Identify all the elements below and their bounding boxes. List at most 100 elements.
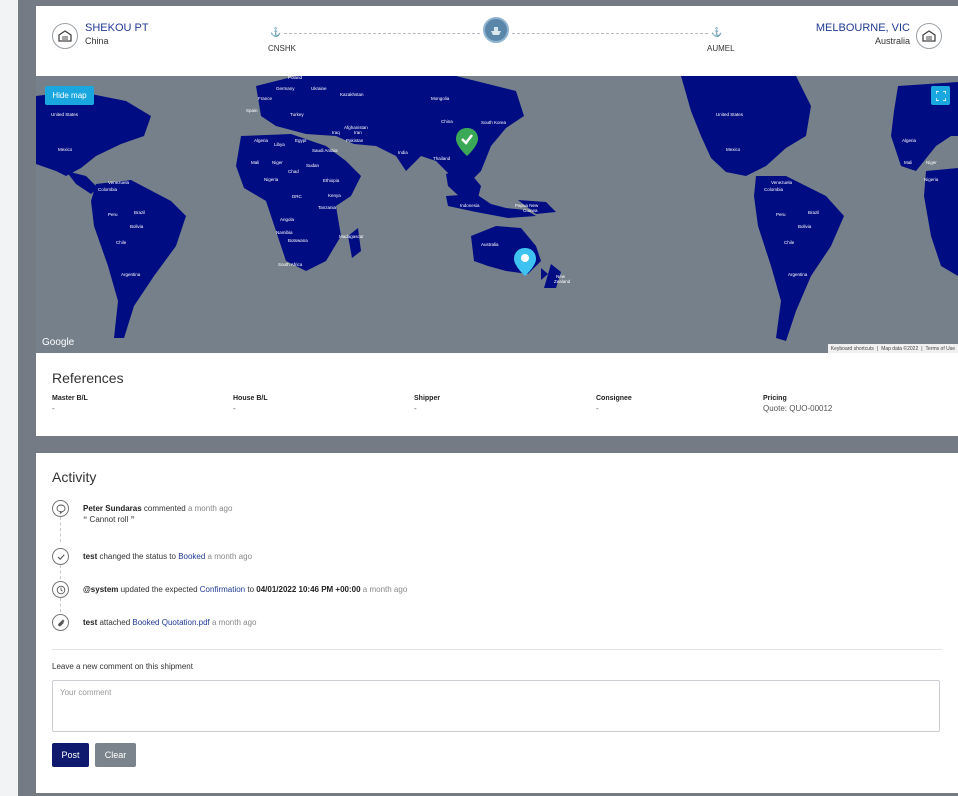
svg-text:Sudan: Sudan <box>306 163 320 168</box>
comment-label: Leave a new comment on this shipment <box>52 662 193 671</box>
ref-pricing: Pricing Quote: QUO-00012 <box>763 395 933 413</box>
ref-value: Quote: QUO-00012 <box>763 404 833 413</box>
quote-close-icon: ❞ <box>130 515 135 524</box>
svg-text:Iraq: Iraq <box>332 130 340 135</box>
map-attribution: Keyboard shortcuts | Map data ©2022 | Te… <box>827 344 958 353</box>
ship-icon <box>483 17 509 43</box>
svg-text:India: India <box>398 150 408 155</box>
svg-text:Argentina: Argentina <box>788 272 808 277</box>
svg-text:Afghanistan: Afghanistan <box>344 125 368 130</box>
post-button[interactable]: Post <box>52 743 89 767</box>
activity-card: Activity Peter Sundaras commented a mont… <box>36 453 958 793</box>
svg-text:Chad: Chad <box>288 169 299 174</box>
svg-text:Tanzania: Tanzania <box>318 205 337 210</box>
activity-actor: test <box>83 552 98 561</box>
svg-text:Turkey: Turkey <box>290 112 304 117</box>
ref-value: - <box>414 404 417 413</box>
svg-text:Mali: Mali <box>251 160 259 165</box>
destination-country: Australia <box>874 36 910 46</box>
svg-text:Thailand: Thailand <box>433 156 451 161</box>
svg-text:Nigeria: Nigeria <box>264 177 279 182</box>
svg-text:Madagascar: Madagascar <box>339 234 364 239</box>
svg-text:Egypt: Egypt <box>295 138 307 143</box>
ref-house-bl: House B/L - <box>233 395 403 413</box>
hide-map-button[interactable]: Hide map <box>45 86 94 105</box>
svg-text:Colombia: Colombia <box>764 187 784 192</box>
svg-text:Australia: Australia <box>481 242 499 247</box>
svg-text:Poland: Poland <box>288 76 303 80</box>
keyboard-shortcuts-link[interactable]: Keyboard shortcuts <box>831 346 874 352</box>
svg-text:Venezuela: Venezuela <box>771 180 793 185</box>
ref-value: - <box>596 404 599 413</box>
anchor-icon: ⚓ <box>711 27 723 37</box>
divider <box>52 649 942 650</box>
left-gutter <box>0 0 18 796</box>
svg-text:Peru: Peru <box>776 212 786 217</box>
svg-text:Zealand: Zealand <box>554 279 571 284</box>
ref-value: - <box>52 404 55 413</box>
expected-date: 04/01/2022 10:46 PM +00:00 <box>256 585 361 594</box>
svg-text:South Korea: South Korea <box>481 120 507 125</box>
route-map[interactable]: United States Mexico Venezuela Colombia … <box>36 76 958 353</box>
references-title: References <box>52 370 124 386</box>
activity-item: test attached Booked Quotation.pdf a mon… <box>52 614 256 631</box>
svg-text:Brazil: Brazil <box>808 210 819 215</box>
timeline-connector <box>60 565 61 579</box>
destination-marker-icon[interactable] <box>514 248 536 281</box>
ref-label: Master B/L <box>52 395 88 402</box>
svg-text:Indonesia: Indonesia <box>460 203 480 208</box>
svg-text:Niger: Niger <box>926 160 937 165</box>
svg-text:Colombia: Colombia <box>98 187 118 192</box>
svg-text:Bolivia: Bolivia <box>130 224 144 229</box>
svg-text:DRC: DRC <box>292 194 302 199</box>
ref-value: - <box>233 404 236 413</box>
svg-text:Nigeria: Nigeria <box>924 177 939 182</box>
svg-text:Angola: Angola <box>280 217 295 222</box>
activity-item: Peter Sundaras commented a month ago ❝ C… <box>52 500 232 525</box>
activity-title: Activity <box>52 469 97 485</box>
activity-actor: Peter Sundaras <box>83 504 142 513</box>
svg-text:Ukraine: Ukraine <box>311 86 327 91</box>
activity-actor: test <box>83 618 98 627</box>
svg-text:United States: United States <box>716 112 744 117</box>
svg-text:Spain: Spain <box>246 108 258 113</box>
references-card: References Master B/L - House B/L - Ship… <box>36 353 958 436</box>
ref-label: Pricing <box>763 395 787 402</box>
ref-master-bl: Master B/L - <box>52 395 222 413</box>
destination-port-name[interactable]: MELBOURNE, VIC <box>816 22 910 34</box>
terms-link[interactable]: Terms of Use <box>926 346 955 352</box>
activity-item: @system updated the expected Confirmatio… <box>52 581 407 598</box>
activity-actor: @system <box>83 585 119 594</box>
origin-marker-icon[interactable] <box>456 128 478 161</box>
timeline-connector <box>60 598 61 612</box>
anchor-icon: ⚓ <box>270 27 282 37</box>
land-masses <box>36 76 958 341</box>
svg-text:Kazakhstan: Kazakhstan <box>340 92 364 97</box>
origin-port-name[interactable]: SHEKOU PT <box>85 22 149 34</box>
route-card: SHEKOU PT China ⚓ CNSHK ⚓ AUMEL MELBOURN… <box>36 6 958 76</box>
confirmation-link[interactable]: Confirmation <box>200 585 245 594</box>
svg-text:Venezuela: Venezuela <box>108 180 130 185</box>
svg-text:Namibia: Namibia <box>276 230 293 235</box>
attachment-link[interactable]: Booked Quotation.pdf <box>132 618 209 627</box>
warehouse-icon <box>52 23 78 49</box>
svg-text:Germany: Germany <box>276 86 295 91</box>
fullscreen-icon[interactable] <box>931 86 950 105</box>
map-data-text: Map data ©2022 <box>881 345 919 352</box>
comment-quote: Cannot roll <box>89 515 129 524</box>
svg-text:Mexico: Mexico <box>726 147 741 152</box>
comment-input[interactable] <box>52 680 940 732</box>
svg-text:Iran: Iran <box>354 130 362 135</box>
svg-text:Ethiopia: Ethiopia <box>323 178 340 183</box>
check-icon <box>52 548 69 565</box>
ref-label: Shipper <box>414 395 441 402</box>
svg-text:Mongolia: Mongolia <box>431 96 450 101</box>
svg-text:France: France <box>258 96 273 101</box>
ref-label: Consignee <box>596 395 632 402</box>
svg-text:Libya: Libya <box>274 142 285 147</box>
svg-text:Kenya: Kenya <box>328 193 341 198</box>
clear-button[interactable]: Clear <box>95 743 136 767</box>
ref-consignee: Consignee - <box>596 395 766 413</box>
status-link[interactable]: Booked <box>178 552 205 561</box>
quote-open-icon: ❝ <box>83 515 88 524</box>
